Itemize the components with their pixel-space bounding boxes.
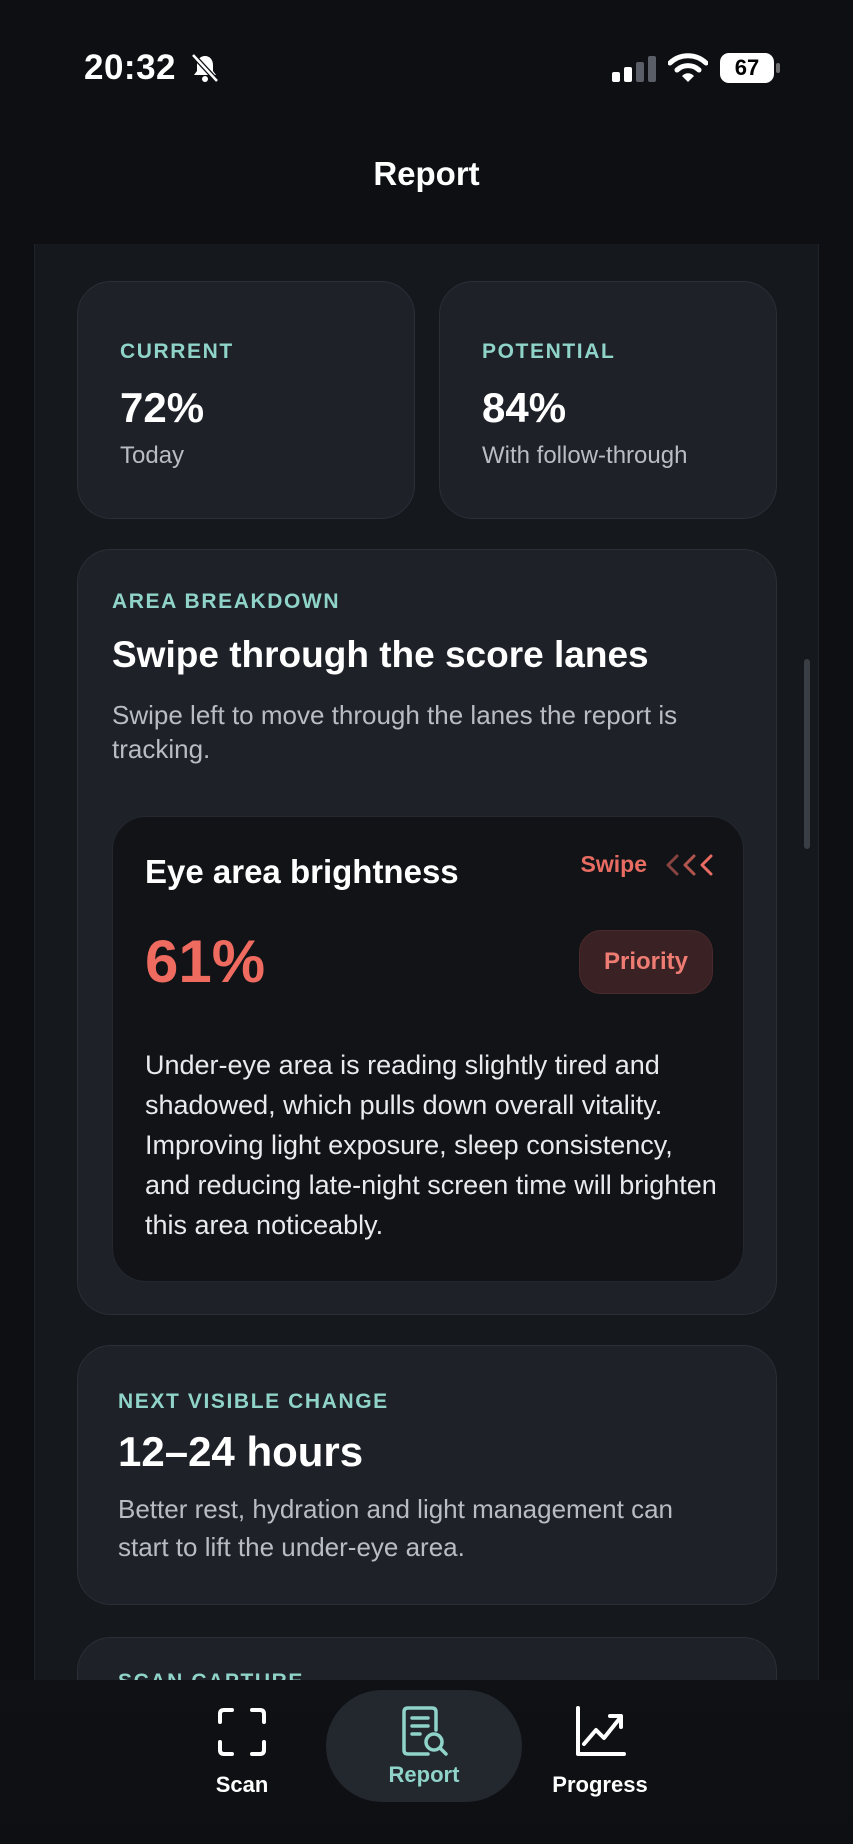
report-screen: 20:32 67 Report CURRENT 72% Today POTENT… xyxy=(0,0,853,1844)
potential-value: 84% xyxy=(482,384,567,431)
battery-tip xyxy=(776,63,780,73)
breakdown-label: AREA BREAKDOWN xyxy=(112,590,341,613)
swipe-hint: Swipe xyxy=(581,851,717,878)
tab-progress-label: Progress xyxy=(552,1772,648,1797)
tab-progress[interactable]: Progress xyxy=(540,1680,660,1830)
wifi-icon xyxy=(668,53,708,82)
swipe-label: Swipe xyxy=(580,851,647,877)
tab-scan[interactable]: Scan xyxy=(182,1680,302,1830)
potential-score-card: POTENTIAL 84% With follow-through xyxy=(439,281,777,519)
battery-indicator: 67 xyxy=(720,53,780,83)
next-change-description: Better rest, hydration and light managem… xyxy=(118,1494,673,1562)
current-label: CURRENT xyxy=(120,340,234,363)
lane-score-value: 61% xyxy=(145,928,266,995)
battery-level: 67 xyxy=(720,53,774,83)
current-sub: Today xyxy=(120,442,185,469)
tab-bar: Scan Report Progress xyxy=(0,1680,853,1844)
area-breakdown-card: AREA BREAKDOWN Swipe through the score l… xyxy=(77,549,777,1315)
scrollbar[interactable] xyxy=(804,659,810,849)
next-visible-change-card: NEXT VISIBLE CHANGE 12–24 hours Better r… xyxy=(77,1345,777,1605)
breakdown-description: Swipe left to move through the lanes the… xyxy=(112,700,678,764)
silent-bell-icon xyxy=(191,53,219,83)
report-scroll-view[interactable]: CURRENT 72% Today POTENTIAL 84% With fol… xyxy=(34,244,819,1680)
tab-report[interactable]: Report xyxy=(326,1690,522,1802)
lane-title: Eye area brightness xyxy=(145,853,459,890)
potential-sub: With follow-through xyxy=(482,442,688,469)
current-value: 72% xyxy=(120,384,205,431)
tab-report-label: Report xyxy=(388,1762,460,1787)
score-lane-card[interactable]: Eye area brightness Swipe 61% Priority U… xyxy=(112,816,744,1282)
scan-capture-card: SCAN CAPTURE xyxy=(77,1637,777,1680)
status-time: 20:32 xyxy=(84,48,177,87)
chevrons-left-icon xyxy=(666,854,713,875)
scan-frame-icon xyxy=(218,1708,266,1756)
next-change-title: 12–24 hours xyxy=(118,1428,364,1475)
page-title: Report xyxy=(373,155,480,192)
status-bar: 20:32 67 xyxy=(0,0,853,140)
report-search-icon xyxy=(402,1706,448,1756)
trend-chart-icon xyxy=(576,1706,626,1756)
cellular-signal-icon xyxy=(612,56,656,82)
lane-description: Under-eye area is reading slightly tired… xyxy=(145,1050,717,1240)
tab-scan-label: Scan xyxy=(215,1772,269,1797)
next-change-label: NEXT VISIBLE CHANGE xyxy=(118,1390,389,1413)
scan-capture-label: SCAN CAPTURE xyxy=(118,1670,776,1680)
current-score-card: CURRENT 72% Today xyxy=(77,281,415,519)
priority-badge: Priority xyxy=(579,930,713,994)
breakdown-title: Swipe through the score lanes xyxy=(112,634,649,675)
potential-label: POTENTIAL xyxy=(482,340,616,363)
